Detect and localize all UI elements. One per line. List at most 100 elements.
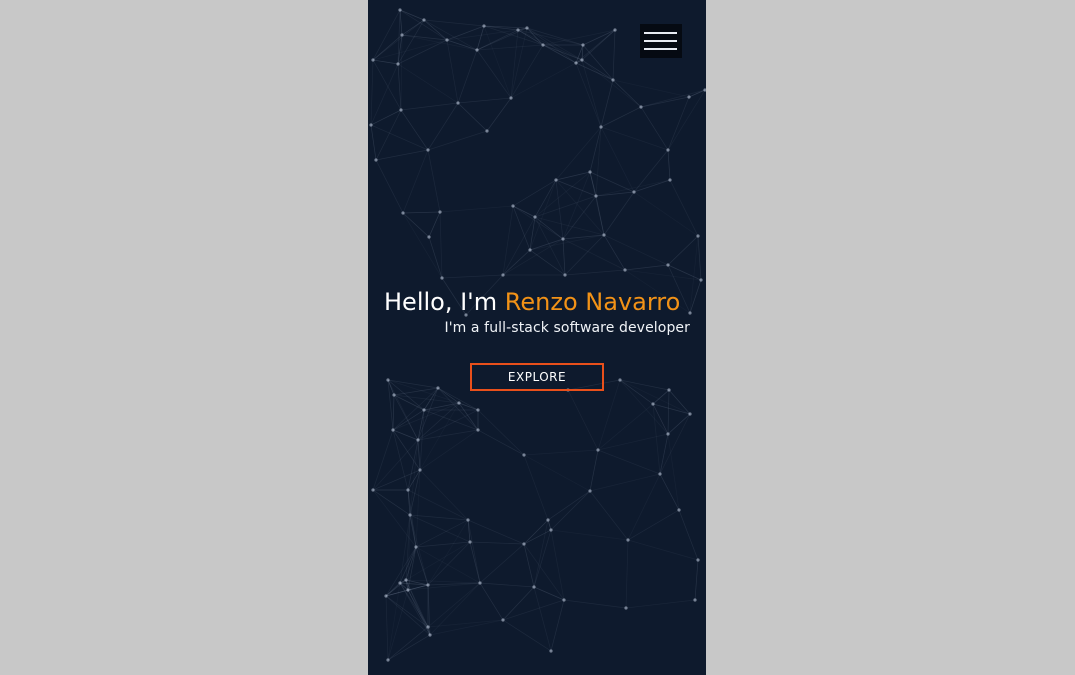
- network-link: [523, 529, 552, 545]
- network-link: [534, 179, 557, 218]
- network-link: [564, 234, 605, 276]
- hamburger-menu-icon: [644, 32, 677, 34]
- network-link: [427, 149, 441, 213]
- network-node: [414, 545, 418, 549]
- network-link: [667, 433, 680, 511]
- network-link: [523, 454, 591, 492]
- network-link: [619, 379, 691, 415]
- network-node: [588, 170, 592, 174]
- network-link: [428, 236, 443, 279]
- network-link: [633, 149, 669, 193]
- network-link: [597, 449, 661, 475]
- network-node: [426, 583, 430, 587]
- network-node: [422, 18, 426, 22]
- network-link: [458, 402, 479, 431]
- network-link: [633, 179, 671, 193]
- network-node: [687, 95, 691, 99]
- network-link: [625, 539, 629, 609]
- network-link: [669, 179, 699, 237]
- explore-button[interactable]: EXPLORE: [470, 363, 604, 391]
- network-link: [640, 96, 690, 108]
- network-node: [501, 618, 505, 622]
- network-link: [409, 514, 429, 586]
- network-link: [555, 179, 597, 197]
- network-link: [510, 62, 577, 99]
- network-node: [588, 489, 592, 493]
- network-node: [426, 148, 430, 152]
- network-link: [517, 29, 584, 46]
- network-link: [479, 582, 504, 621]
- network-node: [384, 594, 388, 598]
- network-link: [375, 109, 402, 161]
- network-node: [456, 101, 460, 105]
- network-link: [372, 439, 419, 491]
- network-node: [596, 448, 600, 452]
- network-link: [375, 159, 404, 214]
- hero-subtitle: I'm a full-stack software developer: [444, 320, 690, 336]
- network-link: [526, 27, 583, 61]
- network-link: [668, 389, 691, 415]
- network-node: [599, 125, 603, 129]
- network-link: [392, 429, 409, 491]
- network-node: [398, 8, 402, 12]
- hero-greeting: Hello, I'm: [384, 288, 498, 316]
- network-link: [523, 454, 549, 521]
- network-node: [623, 268, 627, 272]
- network-link: [529, 234, 605, 251]
- network-link: [479, 582, 535, 588]
- network-link: [534, 216, 566, 276]
- network-node: [422, 408, 426, 412]
- network-node: [525, 26, 529, 30]
- network-link: [446, 39, 459, 104]
- network-node: [369, 123, 373, 127]
- network-node: [574, 61, 578, 65]
- network-node: [408, 513, 412, 517]
- network-link: [534, 195, 597, 218]
- network-node: [416, 438, 420, 442]
- network-node: [561, 237, 565, 241]
- network-node: [509, 96, 513, 100]
- network-link: [457, 49, 478, 104]
- network-link: [402, 211, 441, 214]
- network-link: [597, 403, 654, 451]
- network-link: [441, 274, 504, 279]
- network-node: [522, 542, 526, 546]
- network-link: [502, 216, 536, 276]
- network-link: [640, 89, 706, 108]
- network-link: [502, 205, 514, 276]
- network-link: [562, 234, 605, 240]
- network-node: [667, 388, 671, 392]
- network-link: [397, 63, 459, 104]
- network-node: [386, 658, 390, 662]
- network-node: [511, 204, 515, 208]
- network-link: [476, 25, 485, 51]
- network-link: [400, 34, 403, 111]
- network-node: [406, 588, 410, 592]
- network-link: [419, 469, 469, 521]
- network-link: [437, 387, 479, 411]
- network-link: [667, 149, 671, 181]
- network-node: [406, 488, 410, 492]
- network-link: [417, 439, 421, 471]
- network-link: [652, 403, 661, 475]
- network-node: [374, 158, 378, 162]
- network-link: [387, 379, 460, 404]
- network-node: [666, 263, 670, 267]
- hamburger-menu-button[interactable]: [640, 24, 682, 58]
- network-node: [696, 234, 700, 238]
- network-node: [562, 598, 566, 602]
- network-link: [402, 149, 429, 214]
- network-link: [550, 490, 591, 531]
- network-link: [439, 211, 443, 279]
- network-node: [522, 453, 526, 457]
- network-node: [696, 558, 700, 562]
- network-link: [562, 171, 591, 240]
- network-node: [476, 428, 480, 432]
- network-node: [626, 538, 630, 542]
- network-node: [618, 378, 622, 382]
- network-link: [667, 389, 670, 435]
- network-node: [476, 408, 480, 412]
- network-link: [547, 490, 591, 521]
- network-link: [589, 490, 629, 541]
- mobile-viewport: Hello, I'm Renzo Navarro I'm a full-stac…: [368, 0, 706, 675]
